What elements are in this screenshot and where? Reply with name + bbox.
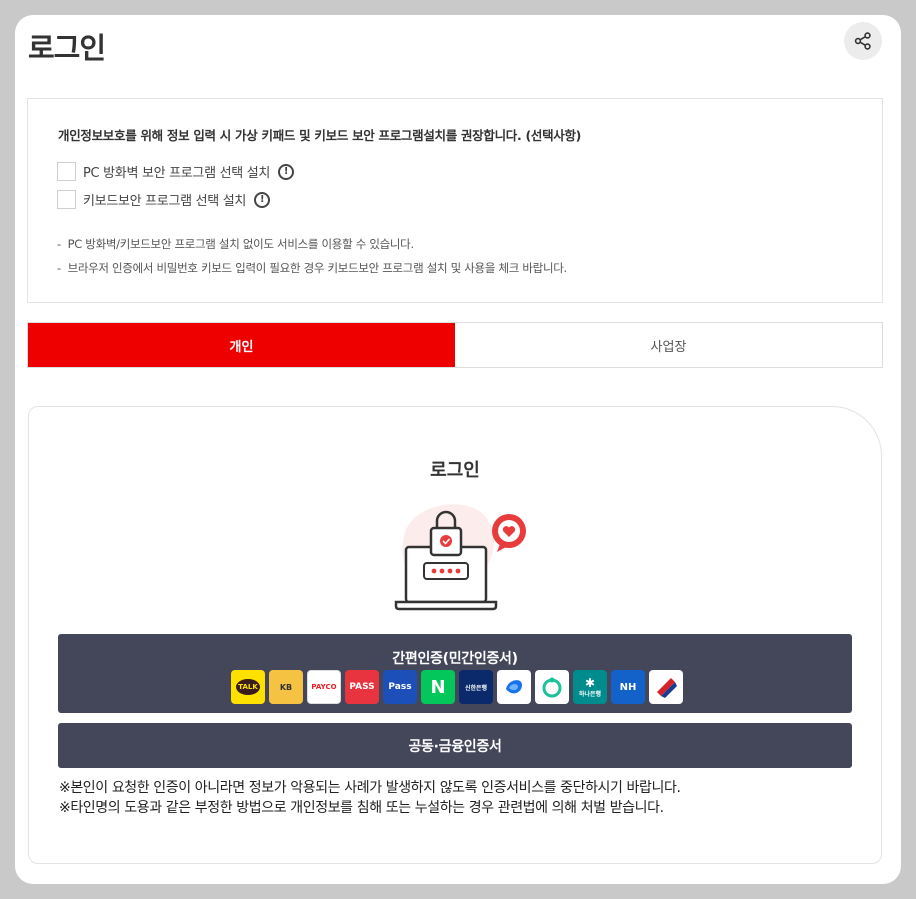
info-icon[interactable]: ! — [254, 191, 271, 208]
banksalad-icon[interactable] — [535, 670, 569, 704]
kb-icon[interactable]: KB — [269, 670, 303, 704]
laptop-lock-icon — [394, 504, 526, 611]
samsung-pass-icon[interactable]: Pass — [383, 670, 417, 704]
firewall-checkbox-label: PC 방화벽 보안 프로그램 선택 설치 — [83, 166, 271, 181]
payco-icon[interactable]: PAYCO — [307, 670, 341, 704]
login-panel: 로그인 간편인증(민간인증서) TALK KB PAYCO PASS Pass … — [28, 406, 882, 864]
login-heading: 로그인 — [430, 460, 480, 481]
hana-icon[interactable]: ✱ 하나은행 — [573, 670, 607, 704]
ibk-logo-icon — [657, 678, 677, 698]
joint-certificate-button[interactable]: 공동·금융인증서 — [58, 723, 852, 768]
toss-logo-icon — [506, 680, 522, 694]
firewall-checkbox-row[interactable]: PC 방화벽 보안 프로그램 선택 설치 ! — [57, 162, 295, 181]
naver-icon[interactable]: N — [421, 670, 455, 704]
tab-business[interactable]: 사업장 — [455, 323, 882, 367]
simple-auth-button[interactable]: 간편인증(민간인증서) TALK KB PAYCO PASS Pass N 신한… — [58, 634, 852, 713]
kakao-icon[interactable]: TALK — [231, 670, 265, 704]
warning-text: ※본인이 요청한 인증이 아니라면 정보가 악용되는 사례가 발생하지 않도록 … — [59, 780, 681, 796]
ibk-icon[interactable] — [649, 670, 683, 704]
pass-icon[interactable]: PASS — [345, 670, 379, 704]
nh-icon[interactable]: NH — [611, 670, 645, 704]
warning-text: ※타인명의 도용과 같은 부정한 방법으로 개인정보를 침해 또는 누설하는 경… — [59, 800, 664, 816]
simple-auth-label: 간편인증(민간인증서) — [392, 651, 518, 667]
tab-personal[interactable]: 개인 — [28, 323, 455, 367]
user-type-tabs: 개인 사업장 — [27, 322, 883, 368]
shinhan-icon[interactable]: 신한은행 — [459, 670, 493, 704]
share-button[interactable] — [844, 22, 882, 60]
share-icon — [854, 32, 871, 50]
security-notice: 개인정보보호를 위해 정보 입력 시 가상 키패드 및 키보드 보안 프로그램설… — [27, 98, 883, 303]
provider-list: TALK KB PAYCO PASS Pass N 신한은행 ✱ 하나은행 NH — [231, 670, 683, 704]
keyboard-security-checkbox-row[interactable]: 키보드보안 프로그램 선택 설치 ! — [57, 190, 271, 209]
toss-icon[interactable] — [497, 670, 531, 704]
keyboard-security-checkbox-label: 키보드보안 프로그램 선택 설치 — [83, 194, 247, 209]
notice-heading: 개인정보보호를 위해 정보 입력 시 가상 키패드 및 키보드 보안 프로그램설… — [58, 128, 582, 143]
notice-bullet: - PC 방화벽/키보드보안 프로그램 설치 없이도 서비스를 이용할 수 있습… — [57, 237, 414, 251]
notice-bullet: - 브라우저 인증에서 비밀번호 키보드 입력이 필요한 경우 키보드보안 프로… — [57, 261, 567, 275]
keyboard-security-checkbox[interactable] — [57, 190, 76, 209]
page-title: 로그인 — [28, 31, 106, 65]
main-card: 로그인 개인정보보호를 위해 정보 입력 시 가상 키패드 및 키보드 보안 프… — [15, 15, 901, 884]
info-icon[interactable]: ! — [278, 163, 295, 180]
firewall-checkbox[interactable] — [57, 162, 76, 181]
banksalad-logo-icon — [542, 677, 562, 698]
